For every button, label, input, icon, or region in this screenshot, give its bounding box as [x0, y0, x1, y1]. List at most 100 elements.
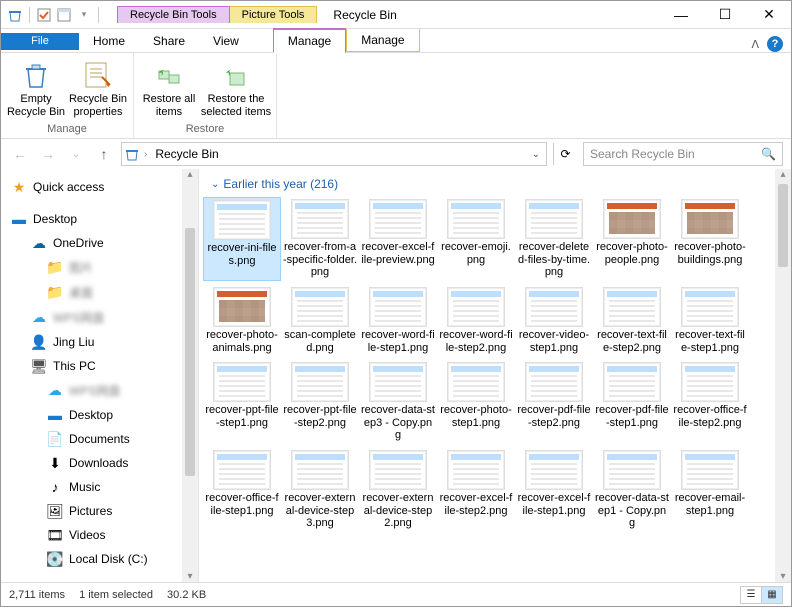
file-item[interactable]: recover-office-file-step2.png — [671, 360, 749, 444]
file-item[interactable]: scan-completed.png — [281, 285, 359, 356]
file-label: recover-text-file-step2.png — [595, 329, 669, 354]
folder-icon: 📁 — [47, 285, 63, 301]
file-item[interactable]: recover-ini-files.png — [203, 197, 281, 281]
nav-recent-dropdown[interactable]: ⌄ — [65, 143, 87, 165]
file-item[interactable]: recover-word-file-step1.png — [359, 285, 437, 356]
file-item[interactable]: recover-ppt-file-step1.png — [203, 360, 281, 444]
maximize-button[interactable]: ☐ — [703, 1, 747, 29]
empty-recycle-bin-button[interactable]: Empty Recycle Bin — [5, 55, 67, 118]
file-view: ⌄ Earlier this year (216) recover-ini-fi… — [199, 169, 791, 582]
tab-file[interactable]: File — [1, 33, 79, 50]
restore-selected-button[interactable]: Restore the selected items — [200, 55, 272, 118]
status-selected-size: 30.2 KB — [167, 589, 206, 601]
nav-folder-2[interactable]: 📁桌面 — [7, 280, 198, 305]
nav-this-pc[interactable]: 🖥This PC — [7, 354, 198, 378]
refresh-button[interactable]: ⟳ — [553, 143, 577, 165]
nav-pc-pictures[interactable]: 🖼Pictures — [7, 499, 198, 523]
nav-wps[interactable]: ☁WPS网盘 — [7, 305, 198, 330]
search-input[interactable]: Search Recycle Bin 🔍 — [583, 142, 783, 166]
nav-back-button[interactable]: ← — [9, 143, 31, 165]
file-item[interactable]: recover-data-step3 - Copy.png — [359, 360, 437, 444]
content-scrollbar[interactable]: ▴▾ — [775, 169, 791, 582]
file-item[interactable]: recover-pdf-file-step1.png — [593, 360, 671, 444]
file-item[interactable]: recover-office-file-step1.png — [203, 448, 281, 532]
address-bar[interactable]: › Recycle Bin ⌄ — [121, 142, 547, 166]
tab-share[interactable]: Share — [139, 30, 199, 52]
file-label: recover-photo-buildings.png — [673, 241, 747, 266]
nav-pc-desktop[interactable]: ▬Desktop — [7, 403, 198, 427]
file-item[interactable]: recover-excel-file-step2.png — [437, 448, 515, 532]
tab-manage-recyclebin[interactable]: Manage — [273, 28, 346, 53]
file-item[interactable]: recover-photo-step1.png — [437, 360, 515, 444]
file-item[interactable]: recover-text-file-step1.png — [671, 285, 749, 356]
qat-properties-icon[interactable] — [56, 7, 72, 23]
file-item[interactable]: recover-ppt-file-step2.png — [281, 360, 359, 444]
file-label: recover-ppt-file-step2.png — [283, 404, 357, 429]
nav-up-button[interactable]: ↑ — [93, 143, 115, 165]
file-item[interactable]: recover-excel-file-preview.png — [359, 197, 437, 281]
tab-view[interactable]: View — [199, 30, 253, 52]
view-icons-button[interactable]: ▦ — [761, 586, 783, 604]
nav-pc-documents[interactable]: 📄Documents — [7, 427, 198, 451]
file-item[interactable]: recover-external-device-step2.png — [359, 448, 437, 532]
qat-dropdown-icon[interactable]: ▾ — [76, 7, 92, 23]
chevron-right-icon[interactable]: › — [144, 149, 147, 160]
file-item[interactable]: recover-data-step1 - Copy.png — [593, 448, 671, 532]
nav-pc-downloads[interactable]: ⬇Downloads — [7, 451, 198, 475]
close-button[interactable]: ✕ — [747, 1, 791, 29]
minimize-button[interactable]: — — [659, 1, 703, 29]
nav-pc-music[interactable]: ♪Music — [7, 475, 198, 499]
nav-forward-button[interactable]: → — [37, 143, 59, 165]
file-label: recover-ini-files.png — [206, 242, 278, 267]
tab-manage-picture[interactable]: Manage — [346, 29, 419, 52]
nav-folder-1[interactable]: 📁图片 — [7, 255, 198, 280]
file-item[interactable]: recover-deleted-files-by-time.png — [515, 197, 593, 281]
tab-home[interactable]: Home — [79, 30, 139, 52]
ribbon-tabs: File Home Share View Manage Manage ᐱ ? — [1, 29, 791, 53]
file-item[interactable]: recover-text-file-step2.png — [593, 285, 671, 356]
breadcrumb[interactable]: Recycle Bin — [151, 147, 222, 161]
file-thumbnail — [447, 287, 505, 327]
file-item[interactable]: recover-excel-file-step1.png — [515, 448, 593, 532]
qat-checkbox-icon[interactable] — [36, 7, 52, 23]
view-details-button[interactable]: ☰ — [740, 586, 762, 604]
file-item[interactable]: recover-email-step1.png — [671, 448, 749, 532]
file-label: recover-office-file-step1.png — [205, 492, 279, 517]
file-item[interactable]: recover-external-device-step3.png — [281, 448, 359, 532]
nav-quick-access[interactable]: ★Quick access — [7, 175, 198, 199]
file-item[interactable]: recover-photo-animals.png — [203, 285, 281, 356]
ctx-tab-picture[interactable]: Picture Tools — [230, 6, 318, 23]
help-icon[interactable]: ? — [767, 36, 783, 52]
nav-wps2[interactable]: ☁WPS网盘 — [7, 378, 198, 403]
ribbon-collapse-icon[interactable]: ᐱ — [751, 38, 759, 51]
contextual-tabs: Recycle Bin Tools Picture Tools — [117, 6, 317, 23]
file-thumbnail — [213, 287, 271, 327]
file-item[interactable]: recover-photo-people.png — [593, 197, 671, 281]
file-item[interactable]: recover-photo-buildings.png — [671, 197, 749, 281]
nav-user[interactable]: 👤Jing Liu — [7, 330, 198, 354]
nav-desktop[interactable]: ▬Desktop — [7, 207, 198, 231]
folder-icon: 📁 — [47, 260, 63, 276]
videos-icon: 🎞 — [47, 527, 63, 543]
ribbon-group-restore: Restore all items Restore the selected i… — [134, 53, 277, 138]
title-bar: ▾ Recycle Bin Tools Picture Tools Recycl… — [1, 1, 791, 29]
nav-onedrive[interactable]: ☁OneDrive — [7, 231, 198, 255]
file-item[interactable]: recover-video-step1.png — [515, 285, 593, 356]
restore-all-button[interactable]: Restore all items — [138, 55, 200, 118]
file-item[interactable]: recover-from-a-specific-folder.png — [281, 197, 359, 281]
file-thumbnail — [525, 450, 583, 490]
nav-pc-videos[interactable]: 🎞Videos — [7, 523, 198, 547]
nav-scrollbar[interactable]: ▴▾ — [182, 169, 198, 582]
ctx-tab-recycle-bin[interactable]: Recycle Bin Tools — [117, 6, 230, 23]
file-label: recover-external-device-step2.png — [361, 492, 435, 530]
recycle-bin-properties-button[interactable]: Recycle Bin properties — [67, 55, 129, 118]
nav-pc-localc[interactable]: 💽Local Disk (C:) — [7, 547, 198, 571]
file-item[interactable]: recover-emoji.png — [437, 197, 515, 281]
file-label: recover-photo-animals.png — [205, 329, 279, 354]
file-item[interactable]: recover-pdf-file-step2.png — [515, 360, 593, 444]
file-item[interactable]: recover-word-file-step2.png — [437, 285, 515, 356]
address-dropdown-icon[interactable]: ⌄ — [528, 149, 544, 160]
group-header[interactable]: ⌄ Earlier this year (216) — [199, 169, 791, 195]
file-label: recover-from-a-specific-folder.png — [283, 241, 357, 279]
file-thumbnail — [447, 199, 505, 239]
